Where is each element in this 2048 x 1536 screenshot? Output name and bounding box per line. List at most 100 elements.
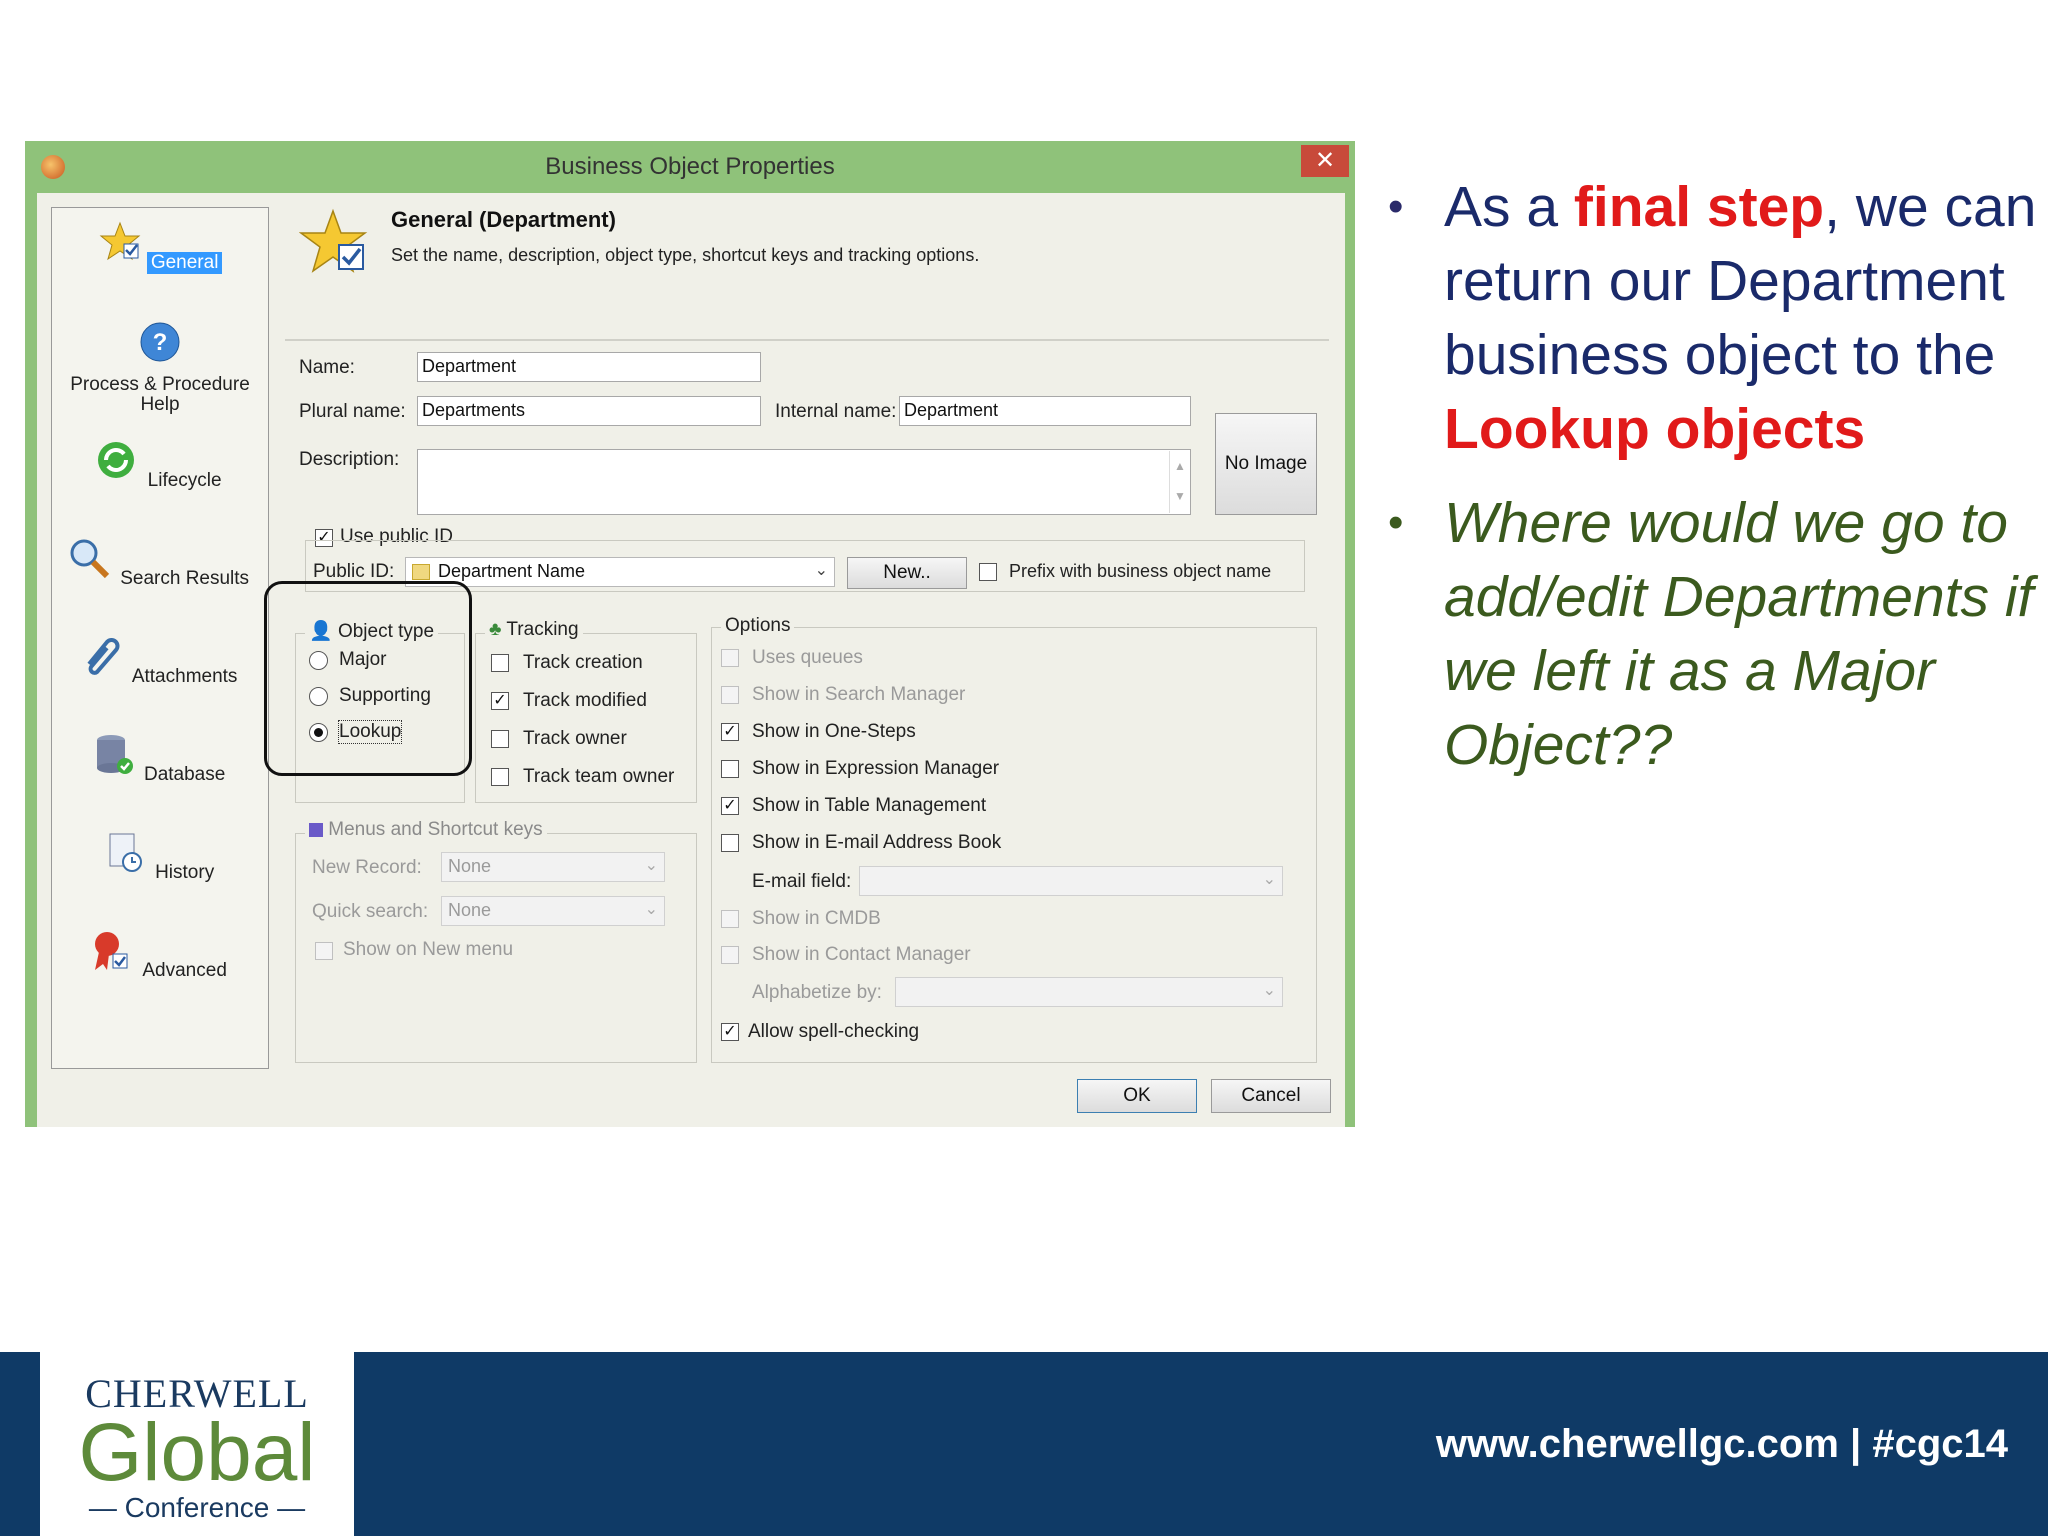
logo-line-2: Global xyxy=(78,1407,316,1498)
nav-item-process-procedure-help[interactable]: ? Process & Procedure Help xyxy=(52,320,268,416)
email-field-label: E-mail field: xyxy=(752,871,852,892)
footer-url: www.cherwellgc.com | #cgc14 xyxy=(1435,1422,2008,1466)
new-button[interactable]: New.. xyxy=(847,557,967,589)
alphabetize-label: Alphabetize by: xyxy=(752,982,882,1003)
dialog-client-area: General ? Process & Procedure Help Lifec… xyxy=(37,193,1345,1127)
track-team-owner-label: Track team owner xyxy=(523,766,675,787)
uses-queues-checkbox[interactable] xyxy=(721,649,739,667)
show-contact-manager-label: Show in Contact Manager xyxy=(752,944,971,965)
cancel-button[interactable]: Cancel xyxy=(1211,1079,1331,1113)
section-title: General (Department) xyxy=(391,207,616,232)
nav-item-history[interactable]: History xyxy=(52,830,268,884)
chevron-down-icon: ⌄ xyxy=(644,857,658,874)
chevron-down-icon: ⌄ xyxy=(1262,982,1276,999)
show-contact-manager-checkbox[interactable] xyxy=(721,946,739,964)
public-id-select[interactable]: Department Name ⌄ xyxy=(405,557,835,587)
email-field-select[interactable]: ⌄ xyxy=(859,866,1283,896)
chevron-down-icon: ⌄ xyxy=(814,562,828,579)
allow-spell-checking-checkbox[interactable]: ✓ xyxy=(721,1023,739,1041)
close-button[interactable]: ✕ xyxy=(1301,145,1349,177)
show-new-menu-label: Show on New menu xyxy=(343,939,514,960)
nav-item-attachments[interactable]: Attachments xyxy=(52,634,268,688)
show-expression-manager-checkbox[interactable] xyxy=(721,760,739,778)
public-id-value: Department Name xyxy=(438,561,586,581)
header-divider xyxy=(285,339,1329,341)
chevron-down-icon: ⌄ xyxy=(644,901,658,918)
name-label: Name: xyxy=(299,357,355,378)
cherwell-global-logo: CHERWELL Global — Conference — xyxy=(40,1350,354,1536)
section-description: Set the name, description, object type, … xyxy=(391,245,980,265)
nav-label: Process & Procedure Help xyxy=(70,374,250,415)
new-record-select[interactable]: None ⌄ xyxy=(441,852,665,882)
nav-item-database[interactable]: Database xyxy=(52,732,268,786)
show-new-menu-checkbox[interactable] xyxy=(315,942,333,960)
track-modified-checkbox[interactable]: ✓ xyxy=(491,692,509,710)
field-icon xyxy=(412,564,430,581)
ok-button[interactable]: OK xyxy=(1077,1079,1197,1113)
description-scrollbar[interactable]: ▲ ▼ xyxy=(1169,451,1190,513)
new-record-label: New Record: xyxy=(312,857,422,878)
show-table-management-label: Show in Table Management xyxy=(752,795,987,816)
svg-text:?: ? xyxy=(153,329,168,356)
alphabetize-select[interactable]: ⌄ xyxy=(895,977,1283,1007)
uses-queues-label: Uses queues xyxy=(752,647,863,668)
internal-name-field[interactable]: Department xyxy=(899,396,1191,426)
magnifier-icon xyxy=(70,539,110,579)
slide-bullets: • As a final step, we can return our Depa… xyxy=(1388,170,2038,782)
nav-item-advanced[interactable]: Advanced xyxy=(52,928,268,982)
show-table-management-checkbox[interactable]: ✓ xyxy=(721,797,739,815)
nav-label: Attachments xyxy=(131,666,238,687)
bullet-2-text: Where would we go to add/edit Department… xyxy=(1444,491,2034,777)
show-search-manager-checkbox[interactable] xyxy=(721,686,739,704)
nav-item-lifecycle[interactable]: Lifecycle xyxy=(52,438,268,492)
description-field[interactable] xyxy=(417,449,1191,515)
tree-icon: ♣ xyxy=(489,619,502,640)
help-icon: ? xyxy=(140,322,180,362)
ribbon-icon xyxy=(95,932,128,970)
plural-name-field[interactable]: Departments xyxy=(417,396,761,426)
show-cmdb-label: Show in CMDB xyxy=(752,908,881,929)
nav-label: General xyxy=(146,252,223,274)
nav-label: Search Results xyxy=(120,568,250,589)
nav-label: Lifecycle xyxy=(147,470,222,491)
show-expression-manager-label: Show in Expression Manager xyxy=(752,758,1000,779)
track-team-owner-checkbox[interactable] xyxy=(491,768,509,786)
dialog-title: Business Object Properties xyxy=(545,153,835,180)
nav-label: History xyxy=(155,862,215,883)
nav-label: Advanced xyxy=(142,960,227,981)
track-creation-checkbox[interactable] xyxy=(491,654,509,672)
database-icon xyxy=(96,735,133,774)
quick-search-label: Quick search: xyxy=(312,901,429,922)
bullet-1-text-a: As a xyxy=(1444,175,1574,239)
menus-title: Menus and Shortcut keys xyxy=(305,819,547,841)
show-email-address-book-label: Show in E-mail Address Book xyxy=(752,832,1002,853)
recycle-icon xyxy=(98,442,135,478)
paperclip-icon xyxy=(86,638,120,675)
show-one-steps-checkbox[interactable]: ✓ xyxy=(721,723,739,741)
name-field[interactable]: Department xyxy=(417,352,761,382)
plural-name-label: Plural name: xyxy=(299,401,406,422)
bullet-glyph: • xyxy=(1388,498,1404,547)
quick-search-select[interactable]: None ⌄ xyxy=(441,896,665,926)
star-check-icon xyxy=(299,208,368,273)
bullet-2: • Where would we go to add/edit Departmen… xyxy=(1388,486,2038,782)
internal-name-label: Internal name: xyxy=(775,401,897,422)
show-email-address-book-checkbox[interactable] xyxy=(721,834,739,852)
nav-item-search-results[interactable]: Search Results xyxy=(52,536,268,590)
menu-icon xyxy=(309,822,323,837)
prefix-checkbox[interactable] xyxy=(979,563,997,581)
logo-line-3: — Conference — xyxy=(88,1492,306,1523)
track-owner-checkbox[interactable] xyxy=(491,730,509,748)
show-cmdb-checkbox[interactable] xyxy=(721,910,739,928)
chevron-down-icon: ⌄ xyxy=(1262,871,1276,888)
allow-spell-checking-label: Allow spell-checking xyxy=(748,1021,920,1042)
tracking-title: ♣ Tracking xyxy=(485,619,583,641)
no-image-button[interactable]: No Image xyxy=(1215,413,1317,515)
dialog-titlebar[interactable]: Business Object Properties ✕ xyxy=(25,141,1355,193)
prefix-label: Prefix with business object name xyxy=(1009,561,1272,581)
show-search-manager-label: Show in Search Manager xyxy=(752,684,966,705)
nav-label: Database xyxy=(143,764,226,785)
star-check-icon xyxy=(99,221,140,261)
nav-item-general[interactable]: General xyxy=(52,220,268,274)
track-modified-label: Track modified xyxy=(523,690,647,711)
